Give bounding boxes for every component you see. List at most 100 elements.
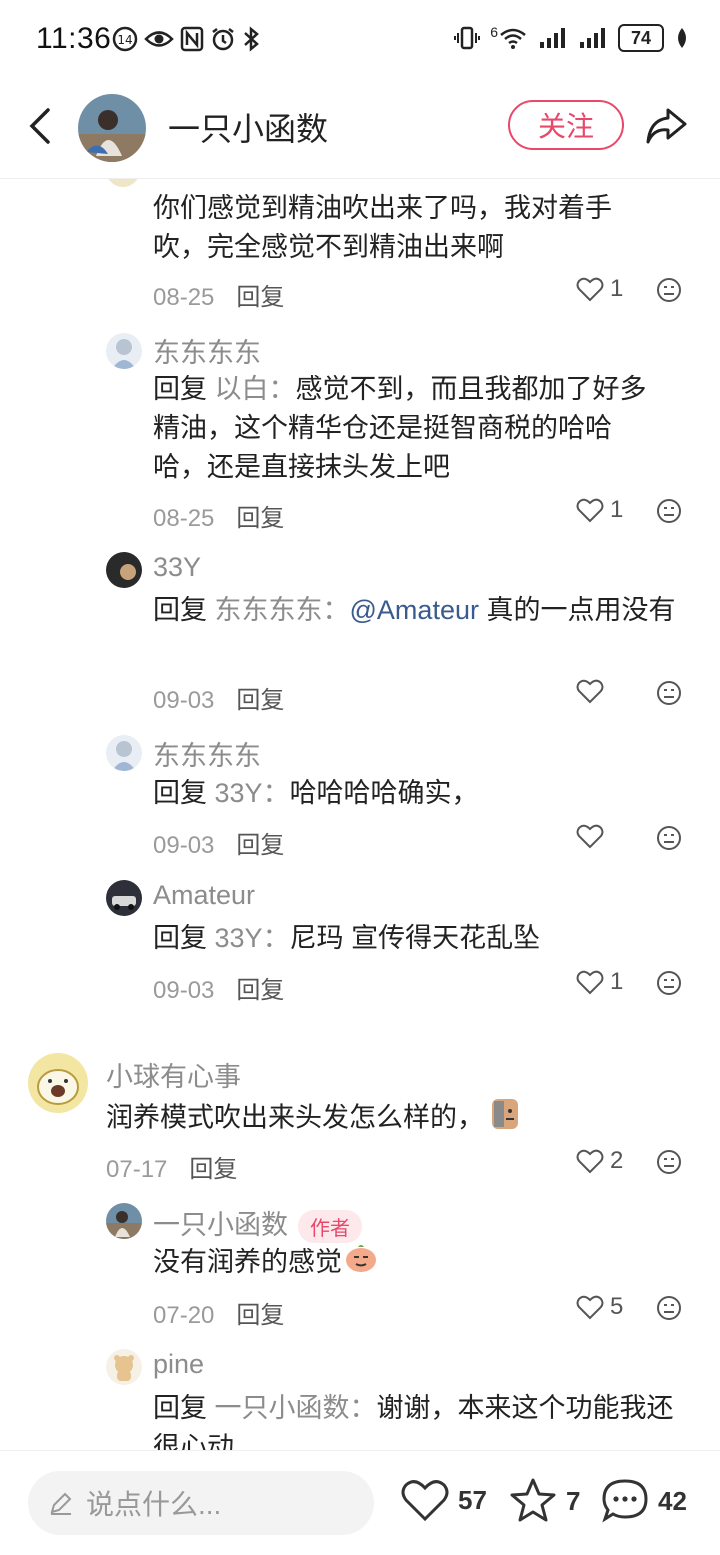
comment-text[interactable]: 回复 33Y：尼玛 宣传得天花乱坠 [153, 919, 673, 958]
comment-input[interactable]: 说点什么... [28, 1471, 374, 1535]
comment-meta: 09-03 回复 [153, 680, 284, 715]
comment-text[interactable]: 你们感觉到精油吹出来了吗，我对着手吹，完全感觉不到精油出来啊 [153, 189, 653, 267]
avatar[interactable] [106, 1349, 142, 1385]
reply-prefix: 回复 [153, 374, 207, 404]
vibrate-icon [454, 26, 481, 50]
emoji-reaction-icon[interactable] [656, 1149, 682, 1175]
status-bar: 11:36 14 6 74 [0, 0, 720, 84]
comment-post-button[interactable]: 42 [600, 1477, 687, 1525]
commenter-name[interactable]: 小球有心事 [106, 1055, 241, 1094]
commenter-name[interactable]: 一只小函数 作者 [153, 1203, 362, 1244]
reply-prefix: 回复 [153, 923, 207, 953]
commenter-name[interactable]: pine [153, 1349, 204, 1380]
commenter-name[interactable]: Amateur [153, 880, 255, 911]
comment-text[interactable]: 回复 33Y：哈哈哈哈确实， [153, 774, 653, 813]
comment-meta: 07-17 回复 [106, 1149, 237, 1184]
comment-meta: 07-20 回复 [153, 1295, 284, 1330]
star-icon [510, 1478, 556, 1522]
avatar[interactable] [106, 179, 140, 187]
like-count: 5 [610, 1293, 624, 1320]
emoji-reaction-icon[interactable] [656, 277, 682, 303]
emoji-reaction-icon[interactable] [656, 825, 682, 851]
follow-button[interactable]: 关注 [508, 100, 624, 150]
sticker-emoji-icon [344, 1243, 378, 1284]
nfc-icon: 14 [112, 26, 138, 52]
heart-icon [576, 970, 604, 995]
n-icon [180, 26, 204, 52]
reply-target[interactable]: 以白 [215, 374, 269, 404]
comment-meta: 09-03 回复 [153, 825, 284, 860]
comment-text[interactable]: 回复 一只小函数：谢谢，本来这个功能我还很心动 [153, 1389, 693, 1450]
colon-separator: ： [262, 923, 290, 953]
commenter-name[interactable]: 东东东东 [153, 331, 261, 370]
mention-link[interactable]: @Amateur [350, 595, 479, 625]
reply-button[interactable]: 回复 [236, 687, 284, 714]
comment-bubble-icon [602, 1479, 648, 1523]
emoji-reaction-icon[interactable] [656, 970, 682, 996]
share-icon[interactable] [644, 106, 688, 146]
comment-text[interactable]: 润养模式吹出来头发怎么样的， [106, 1097, 666, 1142]
reply-button[interactable]: 回复 [236, 832, 284, 859]
like-button[interactable]: 1 [576, 496, 623, 524]
like-button[interactable]: 2 [576, 1147, 623, 1175]
commenter-name[interactable]: 东东东东 [153, 734, 261, 773]
reply-button[interactable]: 回复 [236, 1302, 284, 1329]
comment-input-placeholder: 说点什么... [86, 1489, 222, 1520]
emoji-reaction-icon[interactable] [656, 1295, 682, 1321]
alarm-icon [212, 28, 234, 51]
like-post-button[interactable]: 57 [400, 1477, 487, 1523]
commenter-name[interactable]: 33Y [153, 552, 201, 583]
comment-meta: 08-25 回复 [153, 498, 284, 533]
emoji-reaction-icon[interactable] [656, 680, 682, 706]
comment-text[interactable]: 回复 东东东东：@Amateur 真的一点用没有 [153, 591, 693, 630]
author-name[interactable]: 一只小函数 [168, 104, 328, 150]
reply-button[interactable]: 回复 [236, 284, 284, 311]
signal-label: 6 [490, 24, 498, 40]
bottom-action-bar: 说点什么... 57 7 42 [0, 1450, 720, 1555]
reply-button[interactable]: 回复 [236, 977, 284, 1004]
author-avatar[interactable] [78, 94, 146, 162]
like-button[interactable] [576, 823, 604, 849]
reply-button[interactable]: 回复 [236, 505, 284, 532]
heart-icon [576, 824, 604, 849]
reply-body: 润养模式吹出来头发怎么样的， [106, 1102, 484, 1133]
comment-text[interactable]: 没有润养的感觉 [153, 1243, 673, 1284]
battery-indicator: 74 [618, 24, 664, 52]
like-button[interactable] [576, 678, 604, 704]
collect-post-button[interactable]: 7 [508, 1477, 580, 1525]
comment-feed[interactable]: 你们感觉到精油吹出来了吗，我对着手吹，完全感觉不到精油出来啊 08-25 回复 1… [0, 179, 720, 1450]
like-count: 2 [610, 1147, 624, 1174]
comment-text[interactable]: 回复 以白：感觉不到，而且我都加了好多精油，这个精华仓还是挺智商税的哈哈哈，还是… [153, 370, 653, 487]
leaf-icon [678, 28, 686, 48]
avatar[interactable] [106, 735, 142, 771]
sticker-emoji-icon [488, 1097, 522, 1142]
avatar[interactable] [106, 1203, 142, 1239]
avatar[interactable] [28, 1053, 88, 1113]
avatar[interactable] [106, 880, 142, 916]
comment-date: 09-03 [153, 977, 215, 1004]
avatar[interactable] [106, 333, 142, 369]
like-button[interactable]: 5 [576, 1293, 623, 1321]
reply-target[interactable]: 一只小函数 [215, 1393, 350, 1423]
comment-date: 08-25 [153, 284, 215, 311]
eye-icon [144, 31, 174, 47]
status-time: 11:36 [36, 22, 112, 55]
emoji-reaction-icon[interactable] [656, 498, 682, 524]
status-right-icons: 6 74 [454, 24, 690, 52]
heart-icon [576, 1295, 604, 1320]
comment-date: 07-20 [153, 1302, 215, 1329]
reply-body: 哈哈哈哈确实， [289, 778, 479, 808]
reply-button[interactable]: 回复 [189, 1156, 237, 1183]
avatar[interactable] [106, 552, 142, 588]
reply-prefix: 回复 [153, 595, 207, 625]
reply-target[interactable]: 东东东东 [215, 595, 323, 625]
post-collect-count: 7 [566, 1485, 581, 1516]
like-count: 1 [610, 496, 624, 523]
reply-target[interactable]: 33Y [215, 923, 263, 953]
like-button[interactable]: 1 [576, 968, 623, 996]
like-button[interactable]: 1 [576, 275, 623, 303]
comment-date: 08-25 [153, 505, 215, 532]
comment-date: 09-03 [153, 687, 215, 714]
reply-target[interactable]: 33Y [215, 778, 263, 808]
back-icon[interactable] [26, 106, 54, 146]
